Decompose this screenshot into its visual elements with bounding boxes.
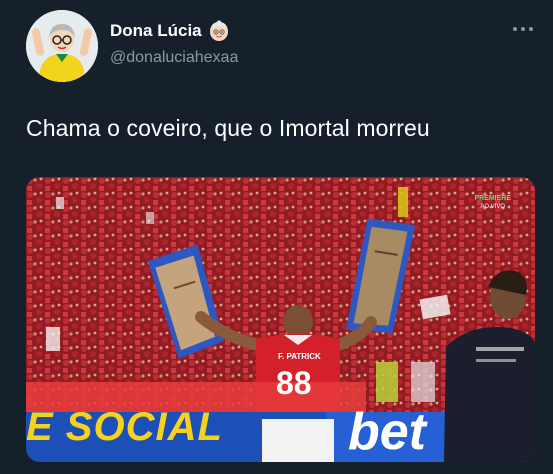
tweet-card: Dona Lúcia @donaluciahexaa Chama o covei… [0, 0, 553, 474]
broadcaster-live-status: AO VIVO [480, 204, 506, 210]
author-handle[interactable]: @donaluciahexaa [110, 49, 238, 67]
ad-sponsor-text: bet [348, 403, 426, 461]
tweet-media-photo[interactable]: PREMIERE AO VIVO F. PATRICK 88 E SOCIAL … [26, 177, 535, 462]
jersey-name: F. PATRICK [278, 352, 321, 361]
ad-banner-text: E SOCIAL [26, 405, 223, 449]
author-name-row[interactable]: Dona Lúcia [110, 20, 230, 42]
broadcaster-logo: PREMIERE AO VIVO [474, 195, 511, 210]
more-options-icon[interactable] [511, 22, 535, 36]
older-woman-emoji-icon [209, 20, 228, 41]
jersey-number: 88 [276, 365, 312, 401]
broadcaster-name: PREMIERE [474, 195, 511, 202]
tweet-text: Chama o coveiro, que o Imortal morreu [26, 115, 430, 141]
author-display-name[interactable]: Dona Lúcia [110, 21, 202, 41]
avatar-image [26, 10, 98, 82]
author-avatar[interactable] [26, 10, 98, 82]
